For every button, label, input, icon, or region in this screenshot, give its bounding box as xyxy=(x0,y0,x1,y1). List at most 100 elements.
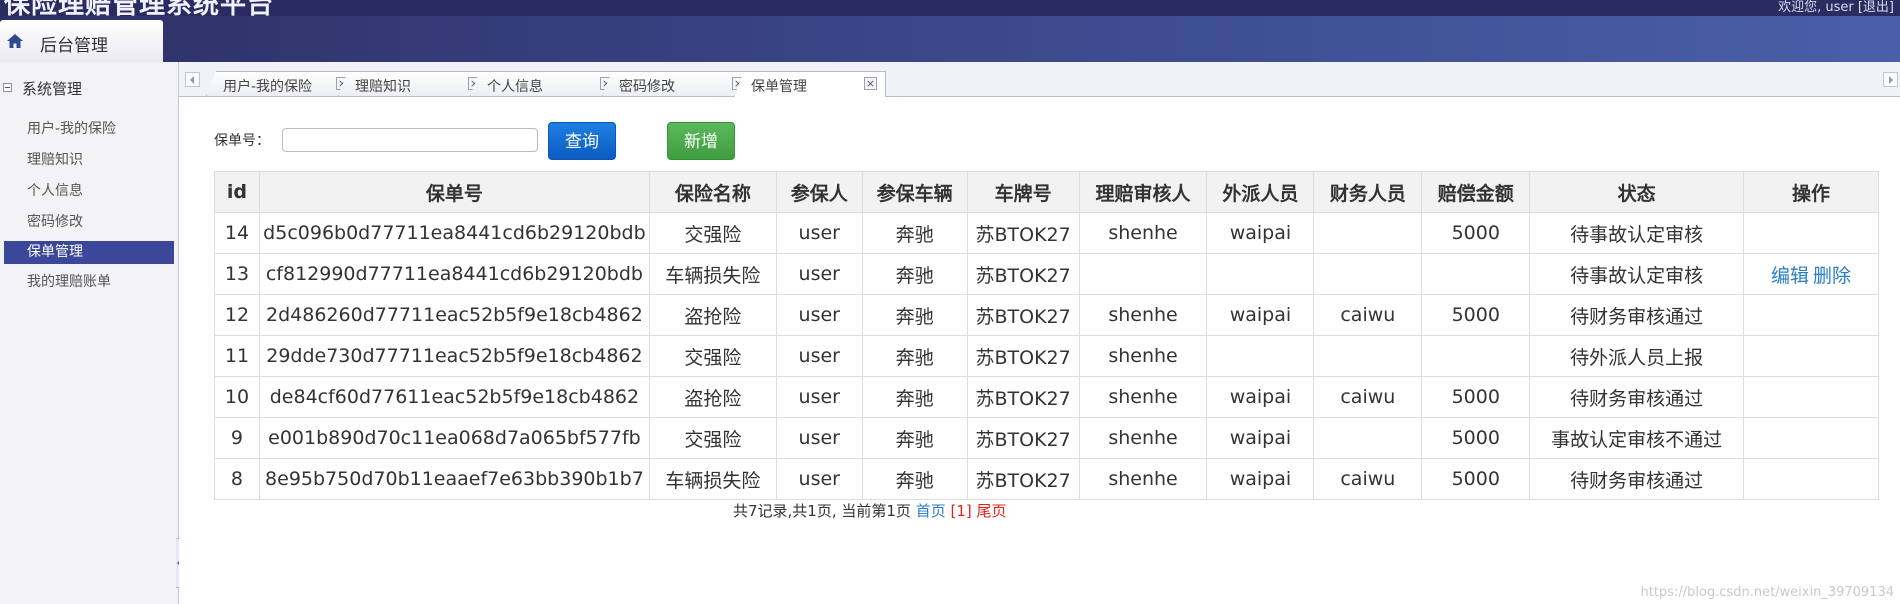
cell-finance: caiwu xyxy=(1313,376,1423,418)
table-row: 12 2d486260d77711eac52b5f9e18cb4862 盗抢险 use… xyxy=(214,294,1879,336)
tab[interactable]: 理赔知识 × xyxy=(338,71,490,96)
cell-finance xyxy=(1313,253,1423,295)
cell-dispatcher: waipai xyxy=(1206,417,1315,459)
cell-insured: user xyxy=(775,417,863,459)
tab[interactable]: 密码修改 × xyxy=(602,71,754,96)
cell-amount: 5000 xyxy=(1421,212,1531,254)
policy-number-label: 保单号： xyxy=(214,133,270,149)
cell-finance: caiwu xyxy=(1313,458,1423,500)
table-row: 13 cf812990d77711ea8441cd6b29120bdb 车辆损失险 u… xyxy=(214,253,1879,295)
welcome-logout[interactable]: 欢迎您, user [退出] xyxy=(1778,0,1894,15)
edit-link[interactable]: 编辑 xyxy=(1771,265,1809,287)
cell-id: 11 xyxy=(214,335,260,377)
tab[interactable]: 保单管理 × xyxy=(734,71,886,97)
cell-insured: user xyxy=(775,458,863,500)
column-header: 状态 xyxy=(1529,171,1745,213)
cell-reviewer: shenhe xyxy=(1078,417,1208,459)
sidebar-item[interactable]: 个人信息 xyxy=(0,176,178,207)
cell-plate: 苏BTOK27 xyxy=(966,458,1080,500)
cell-reviewer: shenhe xyxy=(1078,294,1208,336)
cell-reviewer xyxy=(1078,253,1208,295)
table-body: 14 d5c096b0d77711ea8441cd6b29120bdb 交强险 use… xyxy=(214,212,1879,500)
home-tab[interactable]: 后台管理 xyxy=(0,20,163,62)
sidebar-group-system[interactable]: 系统管理 xyxy=(0,76,178,100)
cell-finance xyxy=(1313,335,1423,377)
cell-plate: 苏BTOK27 xyxy=(966,294,1080,336)
cell-plate: 苏BTOK27 xyxy=(966,212,1080,254)
column-header: 车牌号 xyxy=(966,171,1080,213)
cell-policy-no: de84cf60d77611eac52b5f9e18cb4862 xyxy=(258,376,650,418)
query-button[interactable]: 查询 xyxy=(548,122,616,160)
cell-ops: 编辑 删除 xyxy=(1743,253,1879,295)
tab-label: 理赔知识 xyxy=(355,79,411,95)
cell-insured: user xyxy=(775,212,863,254)
cell-policy-no: e001b890d70c11ea068d7a065bf577fb xyxy=(258,417,650,459)
table-row: 14 d5c096b0d77711ea8441cd6b29120bdb 交强险 use… xyxy=(214,212,1879,254)
cell-ops xyxy=(1743,335,1879,377)
cell-dispatcher: waipai xyxy=(1206,212,1315,254)
cell-id: 12 xyxy=(214,294,260,336)
sidebar-group-label: 系统管理 xyxy=(22,80,83,98)
cell-amount: 5000 xyxy=(1421,294,1531,336)
top-header: 保险理赔管理系统平台 欢迎您, user [退出] 后台管理 xyxy=(0,0,1900,62)
tab-scroll-right-icon[interactable] xyxy=(1883,72,1898,87)
cell-ops xyxy=(1743,417,1879,459)
column-header: 理赔审核人 xyxy=(1078,171,1208,213)
cell-reviewer: shenhe xyxy=(1078,335,1208,377)
add-button[interactable]: 新增 xyxy=(667,122,735,160)
delete-link[interactable]: 删除 xyxy=(1813,265,1851,287)
cell-dispatcher: waipai xyxy=(1206,376,1315,418)
cell-dispatcher: waipai xyxy=(1206,294,1315,336)
cell-vehicle: 奔驰 xyxy=(861,458,968,500)
cell-amount xyxy=(1421,335,1531,377)
policy-table: id 保单号 保险名称 参保人 参保车辆 车牌号 理赔审核人 外派人员 财务人员 赔偿金额 状态 操作… xyxy=(214,171,1879,500)
tab[interactable]: 个人信息 × xyxy=(470,71,622,96)
cell-vehicle: 奔驰 xyxy=(861,417,968,459)
cell-insurance: 车辆损失险 xyxy=(648,253,777,295)
cell-finance: caiwu xyxy=(1313,294,1423,336)
column-header: 财务人员 xyxy=(1313,171,1423,213)
pager-last-link[interactable]: 尾页 xyxy=(977,502,1007,520)
cell-id: 8 xyxy=(214,458,260,500)
cell-insured: user xyxy=(775,294,863,336)
collapse-minus-icon[interactable] xyxy=(3,83,12,92)
sidebar-item[interactable]: 保单管理 xyxy=(4,241,174,264)
column-header: 外派人员 xyxy=(1206,171,1315,213)
cell-insurance: 交强险 xyxy=(648,212,777,254)
sidebar-item[interactable]: 密码修改 xyxy=(0,207,178,238)
cell-insurance: 盗抢险 xyxy=(648,294,777,336)
cell-policy-no: cf812990d77711ea8441cd6b29120bdb xyxy=(258,253,650,295)
cell-dispatcher: waipai xyxy=(1206,458,1315,500)
tab-scroll-left-icon[interactable] xyxy=(185,72,200,87)
cell-reviewer: shenhe xyxy=(1078,212,1208,254)
cell-plate: 苏BTOK27 xyxy=(966,335,1080,377)
cell-insurance: 交强险 xyxy=(648,335,777,377)
cell-amount: 5000 xyxy=(1421,458,1531,500)
sidebar-item[interactable]: 我的理赔账单 xyxy=(0,267,178,298)
cell-policy-no: 8e95b750d70b11eaaef7e63bb390b1b7 xyxy=(258,458,650,500)
table-row: 10 de84cf60d77611eac52b5f9e18cb4862 盗抢险 use… xyxy=(214,376,1879,418)
cell-vehicle: 奔驰 xyxy=(861,335,968,377)
cell-plate: 苏BTOK27 xyxy=(966,376,1080,418)
sidebar-item[interactable]: 理赔知识 xyxy=(0,145,178,176)
cell-vehicle: 奔驰 xyxy=(861,294,968,336)
cell-ops xyxy=(1743,458,1879,500)
cell-status: 待财务审核通过 xyxy=(1529,458,1745,500)
tab[interactable]: 用户-我的保险 × xyxy=(206,71,358,96)
cell-status: 事故认定审核不通过 xyxy=(1529,417,1745,459)
table-header-row: id 保单号 保险名称 参保人 参保车辆 车牌号 理赔审核人 外派人员 财务人员 赔偿金额 状态 操作 xyxy=(214,171,1879,213)
cell-id: 9 xyxy=(214,417,260,459)
policy-number-input[interactable] xyxy=(282,128,538,152)
cell-id: 10 xyxy=(214,376,260,418)
cell-id: 14 xyxy=(214,212,260,254)
cell-vehicle: 奔驰 xyxy=(861,212,968,254)
pager-summary: 共7记录,共1页, 当前第1页 xyxy=(733,502,916,520)
cell-plate: 苏BTOK27 xyxy=(966,253,1080,295)
sidebar-item[interactable]: 用户-我的保险 xyxy=(0,114,178,145)
pager-first-link[interactable]: 首页 xyxy=(916,502,946,520)
column-header: 参保车辆 xyxy=(861,171,968,213)
cell-finance xyxy=(1313,212,1423,254)
system-title: 保险理赔管理系统平台 xyxy=(4,0,275,20)
tab-close-icon[interactable]: × xyxy=(864,77,877,90)
main-content: 保单号： 查询 新增 id 保单号 保险名称 参保人 参保车辆 车牌号 理赔审核人 外派人员财… xyxy=(179,97,1900,604)
